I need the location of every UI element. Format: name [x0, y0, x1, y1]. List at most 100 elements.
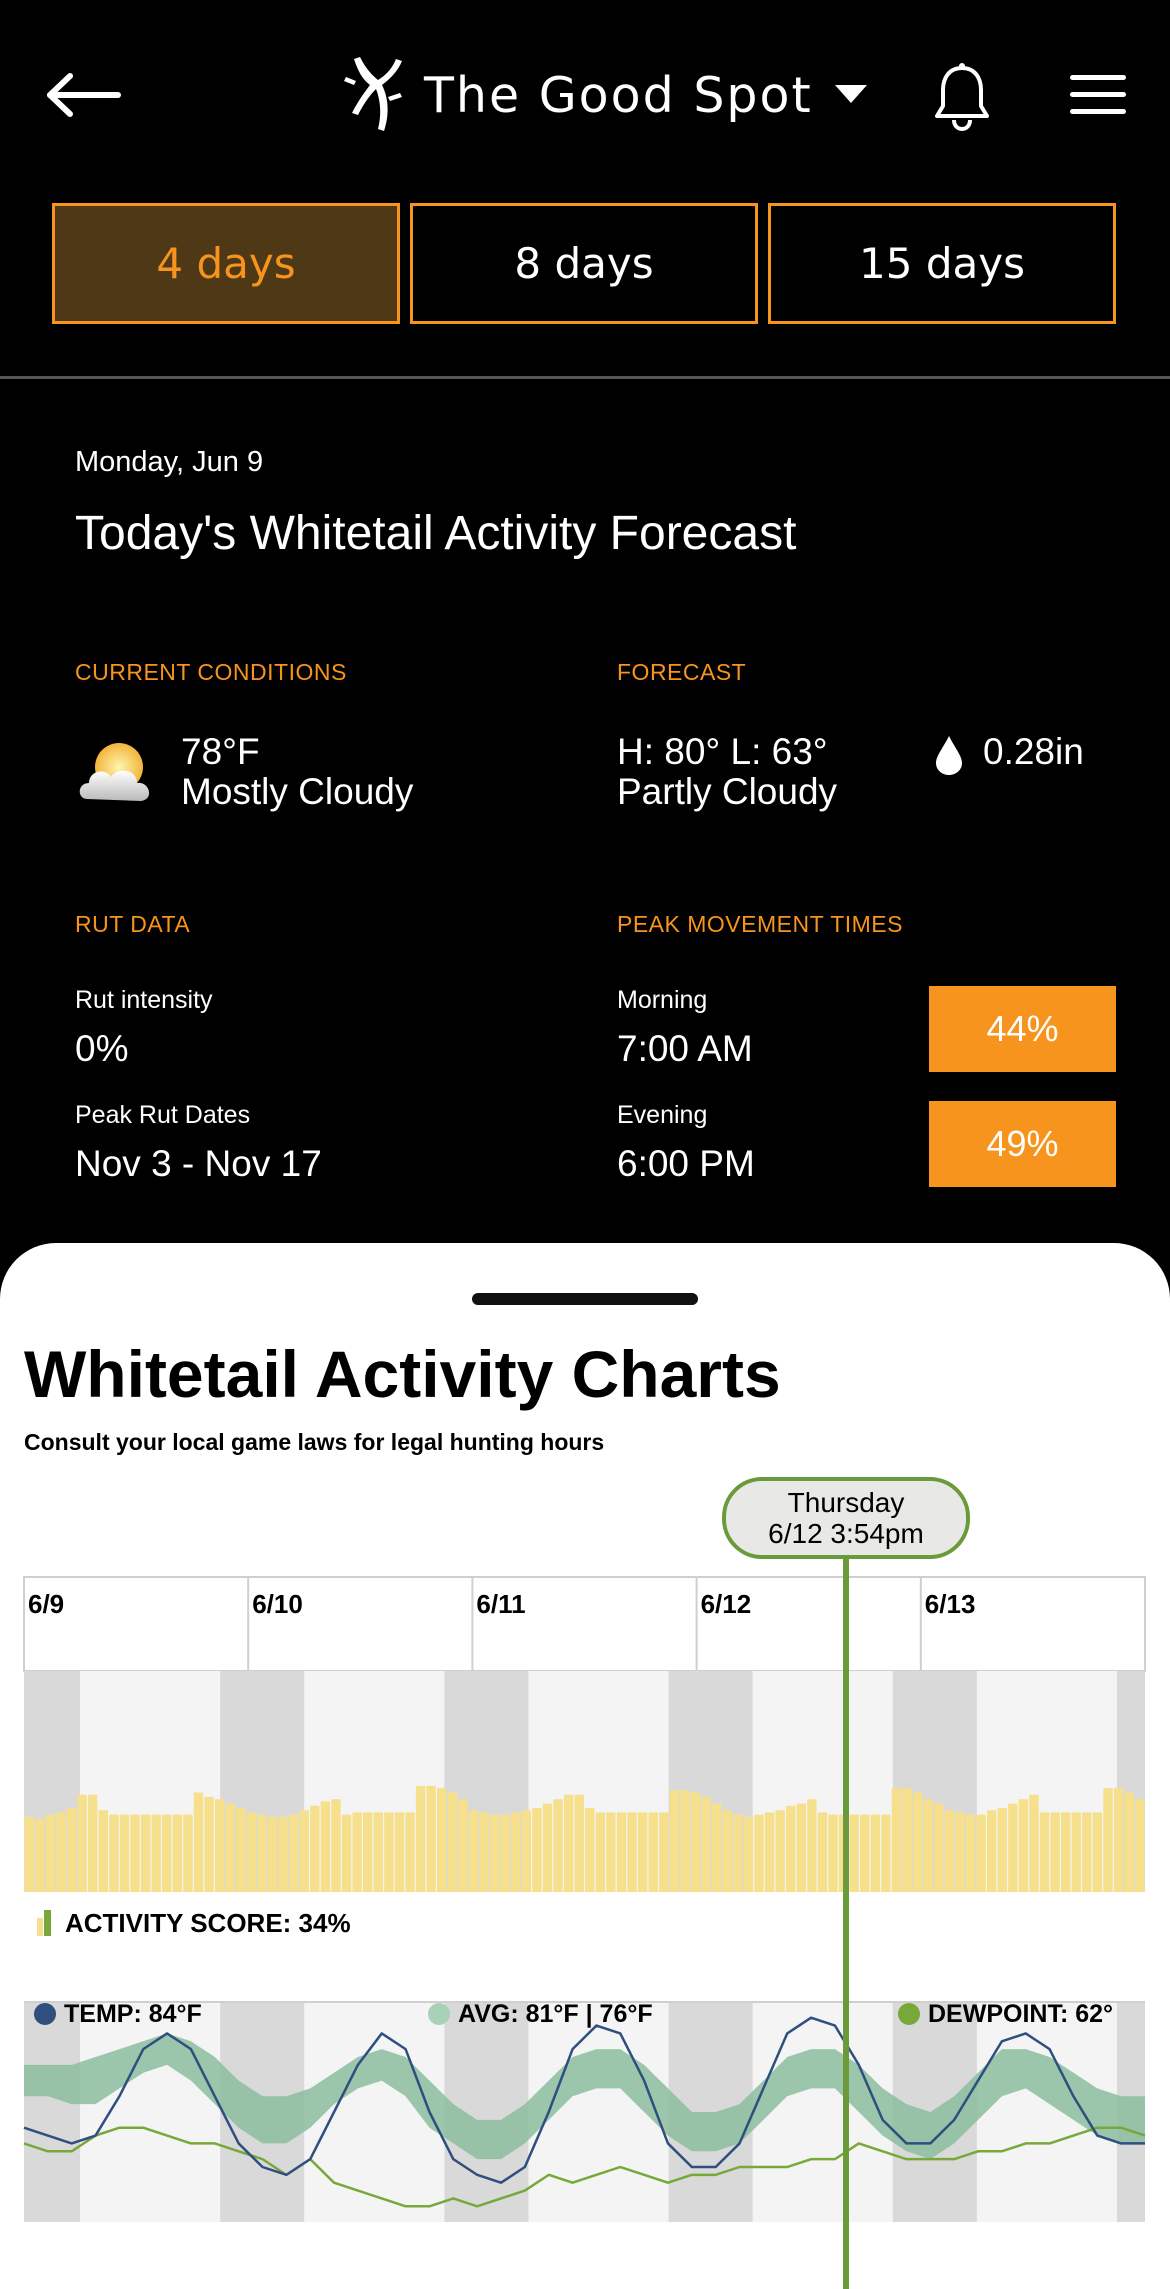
activity-bar	[426, 1785, 436, 1892]
activity-bar	[934, 1803, 944, 1892]
cursor-time: 6/12 3:54pm	[768, 1518, 924, 1549]
activity-bar	[130, 1814, 140, 1892]
activity-bar	[902, 1788, 912, 1892]
activity-bar	[743, 1816, 754, 1892]
activity-bar	[775, 1810, 785, 1892]
activity-bar	[405, 1812, 415, 1892]
activity-bar	[807, 1799, 817, 1892]
activity-bar	[817, 1812, 828, 1892]
day-header-row	[23, 1576, 1146, 1672]
activity-bar	[870, 1814, 881, 1892]
activity-bar	[458, 1799, 468, 1892]
activity-bar	[1135, 1799, 1145, 1892]
activity-bar	[828, 1814, 838, 1892]
activity-bar	[352, 1812, 362, 1892]
activity-bar	[183, 1814, 193, 1892]
activity-bar	[680, 1790, 690, 1892]
activity-bar	[553, 1799, 563, 1892]
activity-bar	[786, 1805, 796, 1892]
activity-bar	[489, 1814, 500, 1892]
activity-bar	[754, 1814, 764, 1892]
time-cursor-label[interactable]: Thursday 6/12 3:54pm	[722, 1477, 970, 1559]
activity-bar	[172, 1814, 183, 1892]
activity-bar	[722, 1810, 732, 1892]
activity-bar	[574, 1794, 584, 1892]
activity-bar	[1029, 1794, 1039, 1892]
activity-bar	[563, 1794, 574, 1892]
activity-bar	[1060, 1812, 1071, 1892]
cursor-day: Thursday	[787, 1487, 905, 1518]
activity-bar	[151, 1814, 161, 1892]
activity-charts[interactable]: 6/9 6/10 6/11 6/12 6/13	[0, 0, 1170, 2289]
activity-bar	[891, 1788, 902, 1892]
activity-bar	[341, 1814, 352, 1892]
activity-bar	[669, 1790, 680, 1892]
avg-dot-icon	[428, 2003, 450, 2025]
activity-bar	[363, 1812, 373, 1892]
activity-bar-icon	[37, 1910, 51, 1936]
activity-bar	[1018, 1799, 1029, 1892]
day-label: 6/13	[925, 1589, 976, 1619]
activity-bar	[944, 1810, 955, 1892]
legend-avg: AVG: 81°F | 76°F	[428, 1997, 653, 2031]
legend-avg-text: AVG: 81°F | 76°F	[458, 1999, 653, 2028]
activity-bar	[595, 1812, 606, 1892]
activity-bar	[1124, 1792, 1134, 1892]
activity-bar	[310, 1805, 320, 1892]
activity-bar	[468, 1810, 479, 1892]
dewpoint-dot-icon	[898, 2003, 920, 2025]
activity-bar	[849, 1814, 859, 1892]
night-shade	[24, 2002, 81, 2222]
activity-bar	[88, 1794, 98, 1892]
activity-bar	[648, 1812, 658, 1892]
day-label: 6/10	[252, 1589, 303, 1619]
activity-bar	[384, 1812, 394, 1892]
activity-bar	[965, 1814, 976, 1892]
activity-bar	[236, 1808, 246, 1892]
activity-bar	[479, 1812, 489, 1892]
activity-bar	[659, 1812, 669, 1892]
activity-bar	[1082, 1812, 1092, 1892]
activity-bar	[521, 1810, 532, 1892]
activity-bar	[542, 1803, 553, 1892]
activity-bar	[299, 1810, 309, 1892]
activity-bar	[627, 1812, 637, 1892]
activity-bar	[66, 1808, 77, 1892]
activity-bar	[288, 1814, 299, 1892]
activity-bar	[98, 1810, 109, 1892]
activity-bar	[881, 1814, 891, 1892]
activity-bar	[225, 1803, 235, 1892]
temp-dot-icon	[34, 2003, 56, 2025]
activity-bar	[1103, 1788, 1113, 1892]
activity-bar	[976, 1814, 986, 1892]
activity-bar	[320, 1801, 331, 1892]
activity-bar	[532, 1808, 542, 1892]
activity-bar	[712, 1803, 722, 1892]
activity-bar	[955, 1812, 965, 1892]
activity-bar	[500, 1814, 510, 1892]
activity-bar	[373, 1812, 383, 1892]
activity-score-label: ACTIVITY SCORE: 34%	[37, 1906, 351, 1940]
activity-bar	[267, 1816, 278, 1892]
activity-bar	[119, 1814, 130, 1892]
day-label: 6/11	[476, 1589, 525, 1619]
activity-bar	[690, 1792, 701, 1892]
activity-bar	[394, 1812, 405, 1892]
activity-bar	[24, 1816, 34, 1892]
activity-bar	[1113, 1788, 1124, 1892]
activity-bar	[204, 1796, 214, 1892]
activity-bar	[616, 1812, 627, 1892]
activity-bar	[923, 1799, 933, 1892]
activity-bar	[140, 1814, 151, 1892]
activity-bar	[193, 1792, 204, 1892]
activity-bar	[415, 1785, 426, 1892]
legend-dewpoint: DEWPOINT: 62°	[898, 1997, 1113, 2031]
activity-bar	[257, 1814, 267, 1892]
activity-bar	[278, 1816, 288, 1892]
activity-bar	[912, 1792, 923, 1892]
activity-bar	[331, 1799, 341, 1892]
legend-temp: TEMP: 84°F	[34, 1997, 202, 2031]
activity-bar	[246, 1812, 257, 1892]
activity-bar	[45, 1814, 56, 1892]
activity-bar	[606, 1812, 616, 1892]
